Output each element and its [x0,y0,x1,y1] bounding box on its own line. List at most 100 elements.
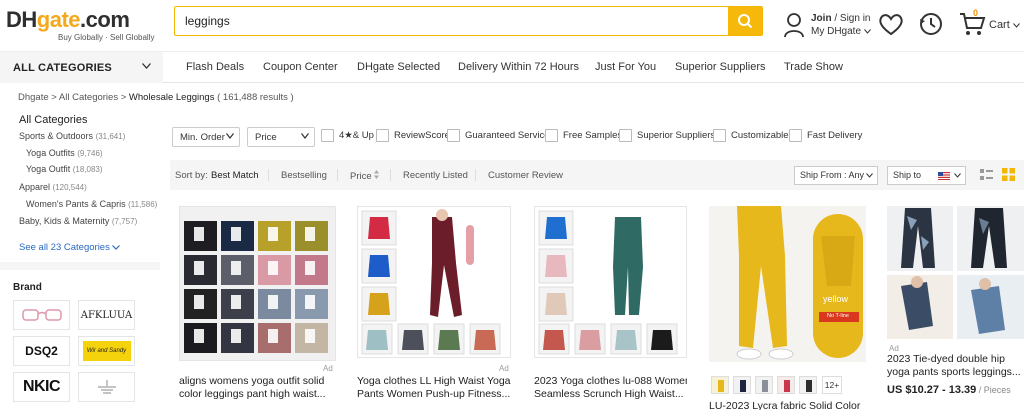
sidebar-divider [0,262,160,270]
sidebar-item-count: (11,586) [128,200,158,209]
product-title[interactable]: aligns womens yoga outfit solid color leg… [179,375,336,401]
sidebar-item-yoga-outfit[interactable]: Yoga Outfit (18,083) [26,164,103,174]
sidebar-item-baby-kids[interactable]: Baby, Kids & Maternity (7,757) [19,216,137,226]
price-unit: / Pieces [976,385,1011,395]
sidebar-item-label: Baby, Kids & Maternity [19,216,110,226]
breadcrumb-current: Wholesale Leggings [128,92,215,103]
results-count: ( 161,488 results ) [214,92,294,103]
min-order-select[interactable]: Min. Order [172,127,240,147]
sort-separator [268,169,269,181]
nav-just-for-you[interactable]: Just For You [595,61,656,73]
user-icon [784,13,804,38]
product-title[interactable]: LU-2023 Lycra fabric Solid Color [709,400,866,410]
filter-customizable[interactable]: Customizable [713,129,789,142]
list-view-icon[interactable] [980,168,993,181]
my-dhgate-link[interactable]: My DHgate [811,26,861,37]
filter-label: Guaranteed Service [465,130,550,141]
sidebar-item-womens-pants[interactable]: Women's Pants & Capris (11,586) [26,199,157,209]
nav-trade-show[interactable]: Trade Show [784,61,843,73]
swatch-thumb[interactable] [799,376,817,394]
checkbox[interactable] [713,129,726,142]
sort-recently-listed[interactable]: Recently Listed [403,170,468,181]
brand-afkluua[interactable]: AFKLUUA [78,300,135,330]
product-title[interactable]: Yoga clothes LL High Waist Yoga Pants Wom… [357,375,511,401]
logo-gate: gate [36,7,81,32]
filter-label: Customizable [731,130,789,141]
product-image[interactable] [357,206,511,358]
product-image[interactable] [534,206,687,358]
brand-wir-and-sandy[interactable]: Wir and Sandy [78,336,135,366]
ship-from-select[interactable]: Ship From : Any [794,166,878,185]
sidebar-item-sports-outdoors[interactable]: Sports & Outdoors (31,641) [19,131,125,141]
product-image[interactable] [179,206,336,361]
nav-coupon-center[interactable]: Coupon Center [263,61,338,73]
price-label: Price [255,132,277,143]
nav-dhgate-selected[interactable]: DHgate Selected [357,61,440,73]
all-categories-button[interactable]: ALL CATEGORIES [0,52,163,83]
breadcrumb-path[interactable]: Dhgate > All Categories > [18,92,129,103]
filter-fast-delivery[interactable]: Fast Delivery [789,129,862,142]
join-link[interactable]: Join [811,13,832,24]
us-flag-icon [938,172,950,180]
product-image[interactable] [887,206,1024,339]
grid-view-icon[interactable] [1002,168,1015,181]
filter-free-samples[interactable]: Free Samples [545,129,622,142]
sidebar-item-apparel[interactable]: Apparel (120,544) [19,182,87,192]
filter-label: Free Samples [563,130,623,141]
swatch-thumb[interactable] [777,376,795,394]
search-input[interactable] [175,7,728,35]
brand-label: DSQ2 [25,344,58,358]
filter-label: Superior Suppliers [637,130,716,141]
search-button[interactable] [728,7,762,35]
color-badge: yellow [823,294,849,304]
brand-dsq2[interactable]: DSQ2 [13,336,70,366]
swatch-thumb[interactable] [711,376,729,394]
sort-bar: Sort by: Best Match Bestselling Price Re… [170,160,1024,190]
filter-superior-suppliers[interactable]: Superior Suppliers [619,129,715,142]
product-title-line: Yoga clothes LL High Waist Yoga [357,375,511,387]
see-all-categories-link[interactable]: See all 23 Categories [19,242,121,253]
sort-customer-review[interactable]: Customer Review [488,170,563,181]
history-icon[interactable] [917,10,945,38]
filter-review-score[interactable]: ReviewScore [376,129,450,142]
sidebar-item-count: (18,083) [72,165,103,174]
chevron-down-icon [142,63,151,69]
logo-com: .com [80,7,130,32]
cart-button[interactable]: 0 Cart [958,8,1024,39]
sidebar-item-yoga-outfits[interactable]: Yoga Outfits (9,746) [26,148,103,158]
brand-emblem[interactable] [78,372,135,402]
swatch-thumb[interactable] [755,376,773,394]
heart-icon[interactable] [877,10,905,38]
nav-superior-suppliers[interactable]: Superior Suppliers [675,61,766,73]
sort-best-match[interactable]: Best Match [211,170,259,181]
more-swatches-button[interactable]: 12+ [822,376,842,394]
brand-nkic[interactable]: NKIC [13,372,70,402]
account-menu[interactable]: Join / Sign in My DHgate [783,8,873,42]
filter-4-star[interactable]: 4★& Up [321,129,374,142]
product-title[interactable]: 2023 Tie-dyed double hip yoga pants sport… [887,353,1024,379]
checkbox[interactable] [619,129,632,142]
sort-separator [337,169,338,181]
filter-label: Fast Delivery [807,130,863,141]
checkbox[interactable] [789,129,802,142]
ship-to-label: Ship to [893,170,922,180]
checkbox[interactable] [321,129,334,142]
brand-glasses[interactable] [13,300,70,330]
sort-price[interactable]: Price [350,170,380,182]
sign-in-link[interactable]: / Sign in [832,13,870,24]
product-title[interactable]: 2023 Yoga clothes lu-088 Women's Seamless… [534,375,687,401]
checkbox[interactable] [545,129,558,142]
filter-guaranteed-service[interactable]: Guaranteed Service [447,129,550,142]
swatch-thumb[interactable] [733,376,751,394]
nav-delivery-72h[interactable]: Delivery Within 72 Hours [458,61,579,73]
cart-label: Cart [989,19,1010,31]
ship-to-select[interactable]: Ship to [887,166,966,185]
product-image[interactable]: yellow No T-line [709,206,866,362]
checkbox[interactable] [447,129,460,142]
price-select[interactable]: Price [247,127,315,147]
nav-flash-deals[interactable]: Flash Deals [186,61,244,73]
ad-label: Ad [323,364,333,373]
checkbox[interactable] [376,129,389,142]
sort-bestselling[interactable]: Bestselling [281,170,327,181]
dhgate-logo[interactable]: DHgate.com Buy Globally · Sell Globally [6,8,156,46]
